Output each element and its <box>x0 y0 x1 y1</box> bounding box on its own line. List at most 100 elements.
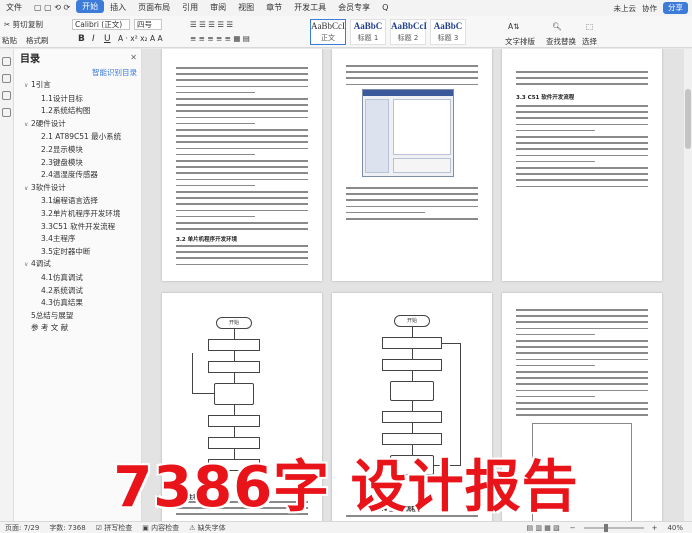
text-line <box>346 65 478 67</box>
smart-toc-button[interactable]: 智能识别目录 <box>92 67 137 78</box>
zoom-slider[interactable] <box>583 523 644 532</box>
style-name: 标题 1 <box>357 34 379 42</box>
toc-item-label: 1.1设计目标 <box>41 93 83 103</box>
style-name: 标题 3 <box>437 34 459 42</box>
text-line <box>516 340 648 342</box>
page-indicator[interactable]: 页面: 7/29 <box>0 523 44 533</box>
page-thumb-1: 3.2 单片机程序开发环境 <box>162 49 322 281</box>
zoom-level[interactable]: 40% <box>662 524 688 532</box>
spell-check-toggle[interactable]: ☑ 拼写检查 <box>91 523 138 533</box>
toc-item[interactable]: 2.1 AT89C51 最小系统 <box>14 131 141 144</box>
find-icon[interactable]: 🔍︎ <box>552 22 562 31</box>
toc-item[interactable]: 2.3键盘模块 <box>14 157 141 170</box>
document-canvas[interactable]: 3.2 单片机程序开发环境 3.3 C51 软件开发流程 开始 3.4 主程序 … <box>142 49 684 521</box>
thumbnail-icon[interactable] <box>2 91 11 100</box>
quick-access-icons[interactable]: ▢ ▢ ⟲ ⟳ <box>28 0 76 16</box>
select-button[interactable]: 选择 <box>582 36 597 47</box>
menu-tab-7[interactable]: 开发工具 <box>288 0 332 16</box>
missing-font-button[interactable]: ⚠ 缺失字体 <box>184 523 231 533</box>
word-count[interactable]: 字数: 7368 <box>44 523 90 533</box>
chevron-down-icon[interactable]: ∨ <box>24 80 31 93</box>
copy-button[interactable]: 复制 <box>28 19 43 30</box>
font-size-select[interactable]: 四号 <box>134 19 162 30</box>
toc-item[interactable]: 2.4温湿度传感器 <box>14 169 141 182</box>
text-layout-icon[interactable]: A⇅ <box>508 22 519 31</box>
scroll-thumb[interactable] <box>685 89 691 149</box>
toc-item[interactable]: 3.2单片机程序开发环境 <box>14 208 141 221</box>
find-replace-button[interactable]: 查找替换 <box>546 36 576 47</box>
toc-item[interactable]: 4.3仿真结果 <box>14 297 141 310</box>
chevron-down-icon[interactable]: ∨ <box>24 259 31 272</box>
toc-item[interactable]: ∨ 4调试 <box>14 258 141 272</box>
toc-item[interactable]: 3.3C51 软件开发流程 <box>14 221 141 234</box>
text-line <box>516 315 648 317</box>
menu-tab-1[interactable]: 插入 <box>104 0 132 16</box>
paragraph-icons[interactable]: ☰ ☰ ☰ ☰ ☰ <box>190 20 233 29</box>
toc-pane-icon[interactable] <box>2 57 11 66</box>
toc-item[interactable]: 5总结与展望 <box>14 310 141 323</box>
chevron-down-icon[interactable]: ∨ <box>24 183 31 196</box>
vertical-scrollbar[interactable] <box>684 49 692 521</box>
share-button[interactable]: 分享 <box>663 2 688 14</box>
underline-button[interactable]: U <box>104 34 111 44</box>
menu-tab-5[interactable]: 视图 <box>232 0 260 16</box>
toc-item[interactable]: 3.4主程序 <box>14 233 141 246</box>
text-line <box>516 136 648 138</box>
text-line <box>516 327 648 330</box>
cloud-status[interactable]: 未上云 <box>614 3 637 14</box>
select-icon[interactable]: ⬚ <box>586 22 593 31</box>
search-pane-icon[interactable] <box>2 108 11 117</box>
text-line <box>176 153 256 156</box>
toc-item[interactable]: 参 考 文 献 <box>14 322 141 335</box>
font-format-icons[interactable]: A · x² x₂ A A <box>118 34 163 43</box>
font-name-select[interactable]: Calibri (正文) <box>72 19 130 30</box>
style-gallery-item[interactable]: AaBbC 标题 3 <box>430 19 466 45</box>
format-painter-button[interactable]: 格式刷 <box>26 35 49 46</box>
toc-item[interactable]: ∨ 3软件设计 <box>14 182 141 196</box>
text-line <box>176 91 256 94</box>
menu-tab-4[interactable]: 审阅 <box>204 0 232 16</box>
bookmark-icon[interactable] <box>2 74 11 83</box>
toc-title: 目录 <box>20 53 40 65</box>
italic-button[interactable]: I <box>92 34 95 44</box>
menu-tab-8[interactable]: 会员专享 <box>332 0 376 16</box>
menu-tab-0[interactable]: 开始 <box>76 0 105 13</box>
view-mode-icons[interactable]: ▤ ▥ ▦ ▧ <box>522 524 565 532</box>
zoom-out-button[interactable]: − <box>565 524 581 532</box>
style-gallery-item[interactable]: AaBbCcI 正文 <box>310 19 346 45</box>
file-menu[interactable]: 文件 <box>0 0 28 16</box>
cut-button[interactable]: ✂ 剪切 <box>4 19 28 30</box>
content-check-button[interactable]: ▣ 内容检查 <box>137 523 184 533</box>
toc-item[interactable]: ∨ 2硬件设计 <box>14 118 141 132</box>
align-icons[interactable]: ≡ ≡ ≡ ≡ ≡ ▦ ▤ <box>190 34 250 43</box>
toc-item[interactable]: ∨ 1引言 <box>14 79 141 93</box>
menu-tab-3[interactable]: 引用 <box>176 0 204 16</box>
style-gallery-item[interactable]: AaBbC 标题 1 <box>350 19 386 45</box>
close-icon[interactable]: ✕ <box>130 53 137 62</box>
bold-button[interactable]: B <box>78 34 85 44</box>
text-line <box>346 211 426 214</box>
toc-item[interactable]: 4.2系统调试 <box>14 285 141 298</box>
chevron-down-icon[interactable]: ∨ <box>24 119 31 132</box>
toc-item[interactable]: 4.1仿真调试 <box>14 272 141 285</box>
menu-tab-2[interactable]: 页面布局 <box>132 0 176 16</box>
toc-item[interactable]: 1.2系统结构图 <box>14 105 141 118</box>
paste-button[interactable]: 粘贴 <box>2 35 17 46</box>
text-line <box>176 172 308 174</box>
style-gallery-item[interactable]: AaBbCcI 标题 2 <box>390 19 427 45</box>
toc-item[interactable]: 3.1编程语言选择 <box>14 195 141 208</box>
text-line <box>516 377 648 379</box>
text-line <box>516 142 648 144</box>
text-layout-button[interactable]: 文字排版 <box>505 36 535 47</box>
search-icon[interactable]: Q <box>376 0 394 16</box>
toc-item[interactable]: 2.2显示模块 <box>14 144 141 157</box>
toc-item[interactable]: 1.1设计目标 <box>14 93 141 106</box>
toc-item-label: 3.3C51 软件开发流程 <box>41 221 116 231</box>
zoom-in-button[interactable]: + <box>647 524 663 532</box>
menu-tab-6[interactable]: 章节 <box>260 0 288 16</box>
toc-item[interactable]: 3.5定时器中断 <box>14 246 141 259</box>
text-line <box>176 209 308 212</box>
collab-button[interactable]: 协作 <box>642 3 657 14</box>
text-line <box>176 245 308 247</box>
text-line <box>516 173 648 175</box>
